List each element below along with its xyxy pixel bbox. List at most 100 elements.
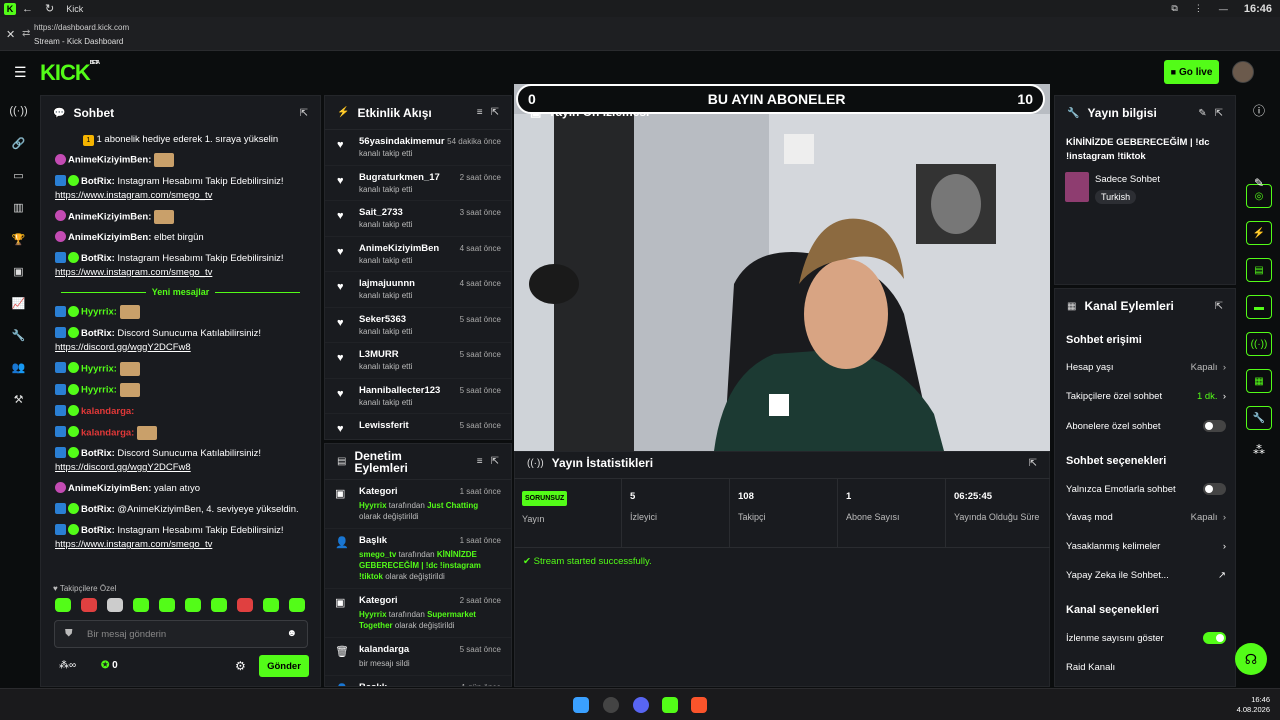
stream-preview[interactable] xyxy=(514,84,1050,451)
emoji-icon[interactable]: ☻ xyxy=(286,628,297,639)
tab-title[interactable]: Kick xyxy=(66,4,83,14)
activity-item[interactable]: ♥ L3MURR kanalı takip etti 5 saat önce xyxy=(325,343,511,379)
category-name[interactable]: Sadece Sohbet xyxy=(1095,174,1160,185)
emote-button[interactable] xyxy=(263,598,279,612)
emote-button[interactable] xyxy=(211,598,227,612)
chat-username[interactable]: AnimeKiziyimBen: xyxy=(68,211,151,222)
banned-words-setting[interactable]: Yasaklanmış kelimeler › xyxy=(1066,541,1226,552)
chat-link[interactable]: https://discord.gg/wggY2DCFw8 xyxy=(55,342,191,353)
users-icon[interactable]: 👥 xyxy=(0,351,37,383)
stats-icon[interactable]: ▥ xyxy=(0,191,37,223)
emote-button[interactable] xyxy=(289,598,305,612)
chat-username[interactable]: AnimeKiziyimBen: xyxy=(68,232,151,243)
chat-link[interactable]: https://discord.gg/wggY2DCFw8 xyxy=(55,462,191,473)
message-input[interactable]: ⛊ Bir mesaj gönderin ☻ xyxy=(54,620,308,648)
activity-item[interactable]: ♥ lajmajuunnn kanalı takip etti 4 saat önce xyxy=(325,272,511,308)
emote-button[interactable] xyxy=(185,598,201,612)
kick-app-icon[interactable] xyxy=(662,697,678,713)
nodes-icon[interactable]: ⁂ xyxy=(1238,443,1280,457)
chat-username[interactable]: kalandarga: xyxy=(81,427,134,438)
activity-item[interactable]: ♥ Hanniballecter123 kanalı takip etti 5 saa… xyxy=(325,379,511,414)
chat-username[interactable]: Hyyrrix: xyxy=(81,307,117,318)
chat-username[interactable]: AnimeKiziyimBen: xyxy=(68,155,151,166)
info-icon[interactable]: ⓘ xyxy=(1238,95,1280,128)
chart-icon[interactable]: 📈 xyxy=(0,287,37,319)
infinity-icon[interactable]: ⁂∞ xyxy=(59,660,76,671)
activity-item[interactable]: ♥ Lewissferit 5 saat önce xyxy=(325,414,511,439)
slow-mode-setting[interactable]: Yavaş mod Kapalı › xyxy=(1066,512,1226,523)
broadcast-icon[interactable]: ((·)) xyxy=(1246,332,1272,356)
brave-icon[interactable] xyxy=(691,697,707,713)
chat-username[interactable]: kalandarga: xyxy=(81,406,134,417)
moderation-item[interactable]: 👤 Başlık 1 saat önce smego_tv tarafından Kİ… xyxy=(325,529,511,589)
wrench-icon[interactable]: 🔧 xyxy=(0,319,37,351)
bolt-icon[interactable]: ⚡ xyxy=(1246,221,1272,245)
moderation-item[interactable]: ▣ Kategori 2 saat önce Hyyrrix tarafından S… xyxy=(325,589,511,638)
raid-channel-setting[interactable]: Raid Kanalı xyxy=(1066,662,1226,673)
chat-username[interactable]: BotRix: xyxy=(81,253,115,264)
edit-icon[interactable]: ✎ xyxy=(1198,108,1206,119)
window-icon[interactable]: ▭ xyxy=(0,159,37,191)
stream-icon[interactable]: ((·)) xyxy=(0,95,37,127)
activity-item[interactable]: ♥ Seker5363 kanalı takip etti 5 saat önce xyxy=(325,308,511,343)
popout-icon[interactable]: ⇱ xyxy=(1029,458,1037,469)
followers-chat-setting[interactable]: Takipçilere özel sohbet 1 dk. › xyxy=(1066,391,1226,402)
back-icon[interactable]: ← xyxy=(22,3,33,15)
pencil-icon[interactable]: ✎ xyxy=(1238,128,1280,190)
subs-chat-setting[interactable]: Abonelere özel sohbet xyxy=(1066,420,1226,432)
points-display[interactable]: ✪ 0 xyxy=(101,660,118,671)
chrome-icon[interactable] xyxy=(603,697,619,713)
chat-username[interactable]: BotRix: xyxy=(81,176,115,187)
emote-only-toggle[interactable] xyxy=(1203,483,1226,495)
chat-username[interactable]: AnimeKiziyimBen: xyxy=(68,483,151,494)
more-icon[interactable]: ⋮ xyxy=(1194,3,1203,14)
chat-username[interactable]: BotRix: xyxy=(81,504,115,515)
video-icon[interactable]: ▣ xyxy=(0,255,37,287)
chat-link[interactable]: https://www.instagram.com/smego_tv xyxy=(55,267,212,278)
filter-icon[interactable]: ≡ xyxy=(477,107,483,118)
chat-username[interactable]: BotRix: xyxy=(81,525,115,536)
tools-icon[interactable]: ⚒ xyxy=(0,383,37,415)
emote-button[interactable] xyxy=(133,598,149,612)
emote-button[interactable] xyxy=(81,598,97,612)
chat-link[interactable]: https://www.instagram.com/smego_tv xyxy=(55,190,212,201)
activity-item[interactable]: ♥ AnimeKiziyimBen kanalı takip etti 4 saat … xyxy=(325,237,511,272)
url-text[interactable]: https://dashboard.kick.com xyxy=(34,23,129,32)
avatar[interactable] xyxy=(1232,61,1254,83)
moderation-item[interactable]: 👤Başlık1 gün önce xyxy=(325,676,511,686)
trophy-icon[interactable]: 🏆 xyxy=(0,223,37,255)
reload-icon[interactable]: ↻ xyxy=(45,2,54,15)
go-live-button[interactable]: ■ Go live xyxy=(1164,60,1219,84)
settings-icon[interactable]: ⚙ xyxy=(235,659,246,673)
discord-icon[interactable] xyxy=(633,697,649,713)
send-button[interactable]: Gönder xyxy=(259,655,309,677)
moderation-item[interactable]: ▣ Kategori 1 saat önce Hyyrrix tarafından J… xyxy=(325,480,511,529)
popout-icon[interactable]: ⇱ xyxy=(1215,108,1223,119)
wrench-icon[interactable]: 🔧 xyxy=(1246,406,1272,430)
extensions-icon[interactable]: ⧉ xyxy=(1171,3,1177,14)
emote-button[interactable] xyxy=(159,598,175,612)
show-views-toggle[interactable] xyxy=(1203,632,1226,644)
activity-item[interactable]: ♥ Bugraturkmen_17 kanalı takip etti 2 saat … xyxy=(325,166,511,201)
emote-button[interactable] xyxy=(237,598,253,612)
show-views-setting[interactable]: İzlenme sayısını göster xyxy=(1066,632,1226,644)
account-age-setting[interactable]: Hesap yaşı Kapalı › xyxy=(1066,362,1226,373)
kick-logo[interactable]: KICKBETA xyxy=(40,60,100,86)
popout-icon[interactable]: ⇱ xyxy=(300,108,308,119)
popout-icon[interactable]: ⇱ xyxy=(491,456,499,467)
moderation-item[interactable]: 🗑 kalandarga 5 saat önce bir mesajı sildi xyxy=(325,638,511,676)
doc-icon[interactable]: ▤ xyxy=(1246,258,1272,282)
activity-item[interactable]: ♥ Sait_2733 kanalı takip etti 3 saat önce xyxy=(325,201,511,237)
site-settings-icon[interactable]: ⇄ xyxy=(22,28,30,39)
emote-only-setting[interactable]: Yalnızca Emotlarla sohbet xyxy=(1066,483,1226,495)
minimize-icon[interactable]: — xyxy=(1219,4,1228,14)
ai-chat-setting[interactable]: Yapay Zeka ile Sohbet... ↗ xyxy=(1066,570,1226,581)
actions-icon[interactable]: ▦ xyxy=(1246,369,1272,393)
popout-icon[interactable]: ⇱ xyxy=(491,107,499,118)
menu-icon[interactable]: ☰ xyxy=(14,64,27,81)
chat-username[interactable]: BotRix: xyxy=(81,448,115,459)
activity-item[interactable]: ♥ 56yasindakimemur kanalı takip etti 54 dak… xyxy=(325,130,511,166)
chat-username[interactable]: Hyyrrix: xyxy=(81,385,117,396)
chat-username[interactable]: Hyyrrix: xyxy=(81,363,117,374)
emote-button[interactable] xyxy=(107,598,123,612)
